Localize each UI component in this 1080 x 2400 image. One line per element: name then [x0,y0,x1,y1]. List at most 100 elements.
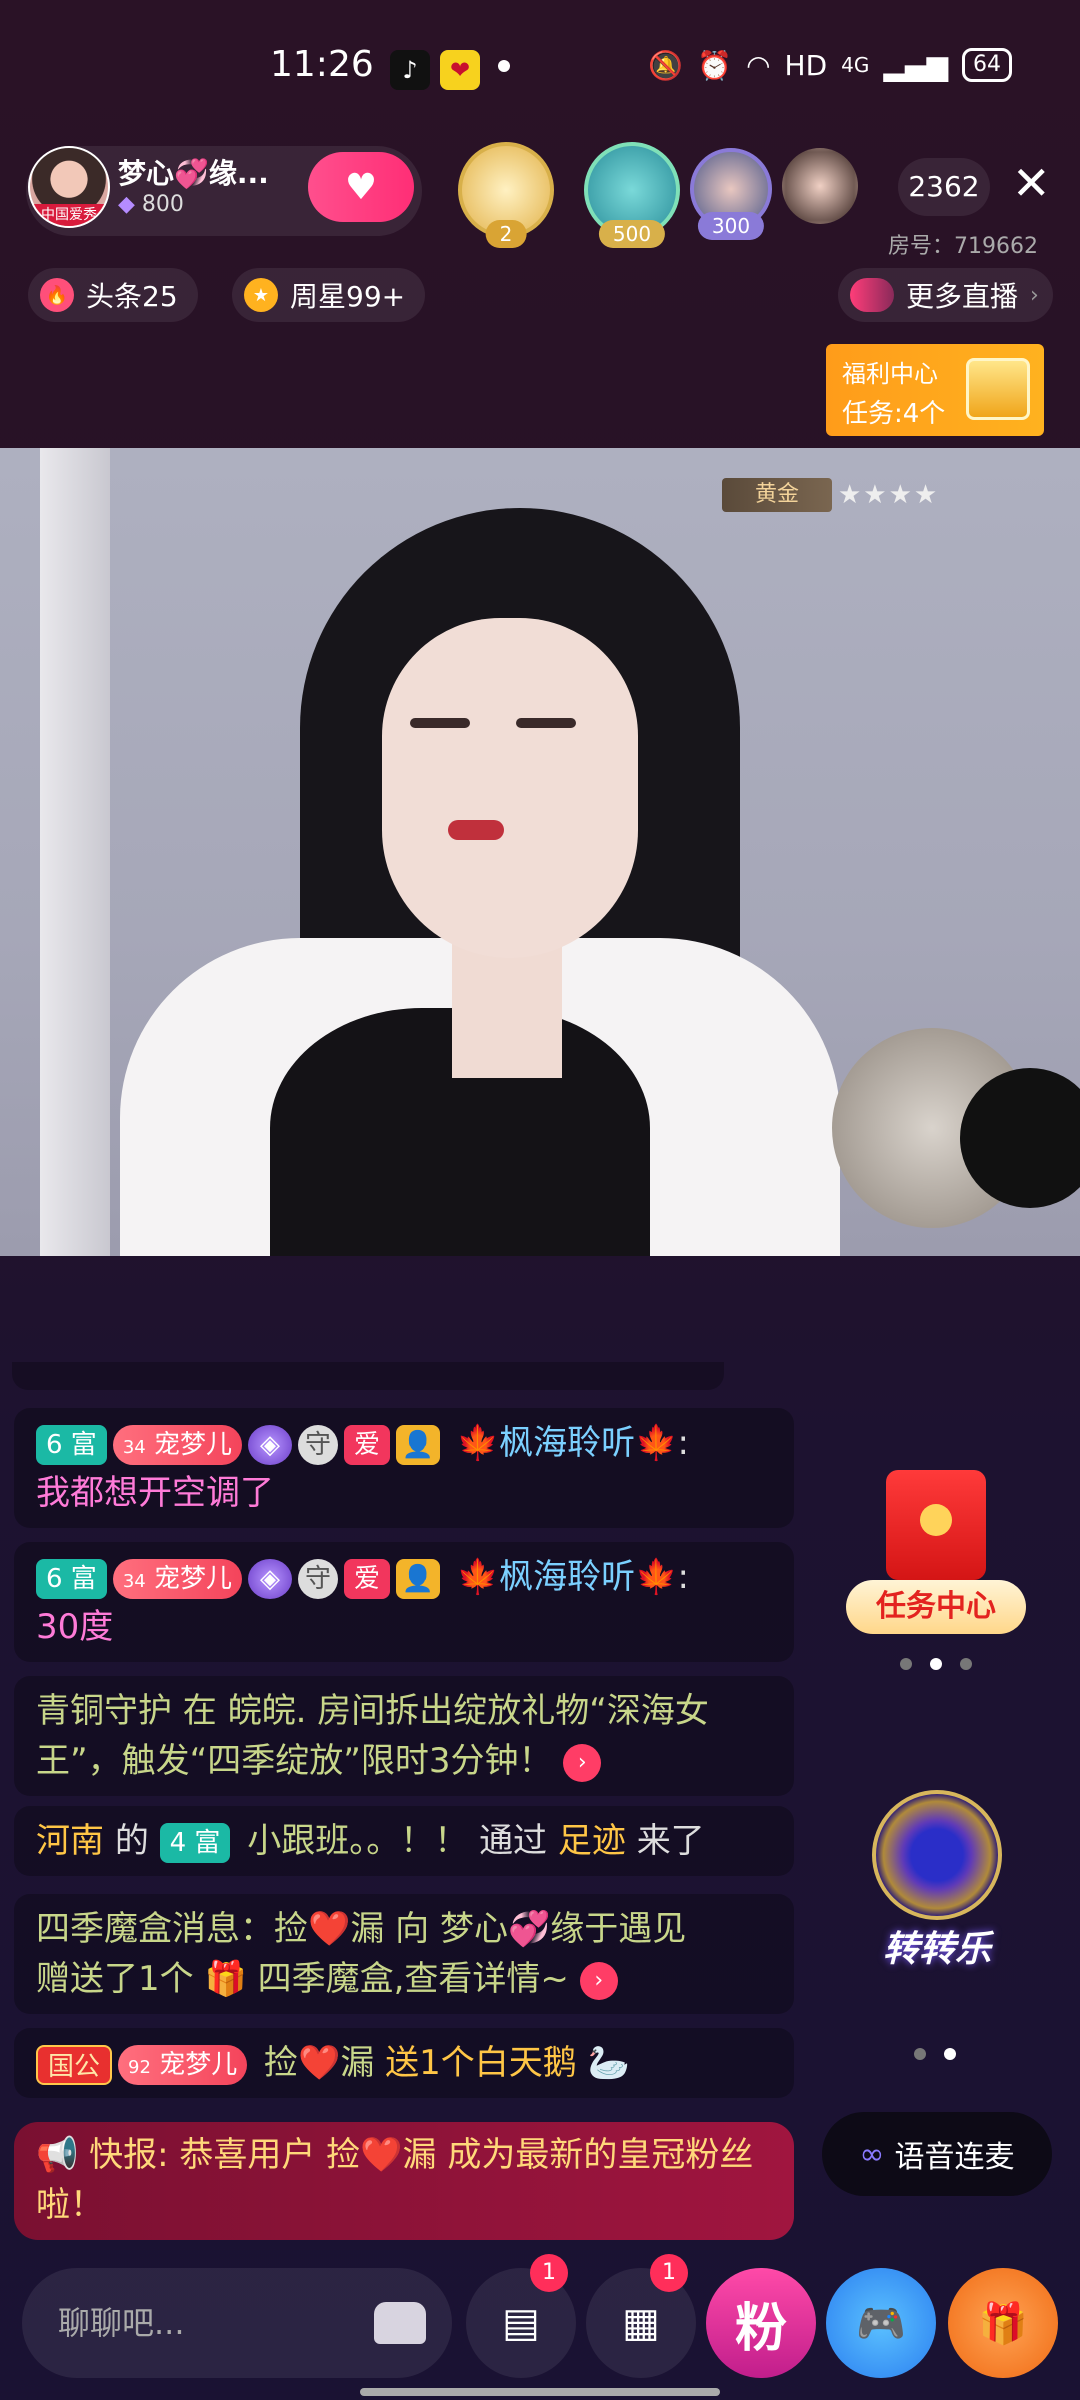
rank-stars: ★★★★ [838,480,940,510]
anchor-avatar[interactable]: 中国爱秀 [28,146,110,228]
signal-label: 4G [841,53,870,77]
wifi-icon: ◠ [746,48,771,82]
chat-enter-message[interactable]: 河南 的 4 富 小跟班。。！！ 通过 足迹 来了 [14,1806,794,1876]
headline-label: 头条25 [86,280,178,313]
pager-dot-active [944,2048,956,2060]
chevron-right-icon: › [1030,282,1039,308]
leaf-icon: 🍁 [456,1423,500,1463]
viewer-badge-3: 300 [697,212,765,240]
close-icon[interactable]: ✕ [1012,156,1051,210]
chat-gift: 送1个白天鹅 [385,2043,577,2083]
love-tag: 爱 [344,1424,391,1465]
detail-arrow-icon[interactable]: › [579,1961,618,2000]
signal-icon: ▂▄▆ [883,48,948,82]
fan-button[interactable]: 粉 [706,2268,816,2378]
pager-dot [960,1658,972,1670]
spin-pager-dots [914,2048,956,2060]
chat-input-bar[interactable] [22,2268,452,2378]
viewer-avatar-4[interactable] [782,148,858,224]
pet-tag: 34 宠梦儿 [112,1558,242,1599]
pet-tag: 34 宠梦儿 [112,1424,242,1465]
voice-link-label: 语音连麦 [894,2140,1015,2175]
chat-username[interactable]: 枫海聆听 [499,1423,635,1463]
chat-username[interactable]: 小跟班。。！！ [247,1821,468,1861]
sofa-icon[interactable] [374,2302,426,2344]
more-live-label: 更多直播 [906,280,1019,313]
chat-of: 的 [114,1821,149,1861]
user-badge-icon: 👤 [396,1558,441,1599]
chat-username[interactable]: 捡❤️漏 [264,2043,374,2083]
chat-text: 我都想开空调了 [36,1473,274,1513]
viewer-avatar-2[interactable]: 500 [584,142,680,248]
viewer-badge-2: 500 [598,220,666,248]
heart-plus-icon: ♥ [344,166,378,208]
pet-level: 34 [122,1570,146,1592]
message-button[interactable]: ▤ 1 [466,2254,576,2378]
rich-level-tag: 6 富 [36,1424,107,1465]
chat-gift-message[interactable]: 国公 92 宠梦儿 捡❤️漏 送1个白天鹅 🦢 [14,2028,794,2098]
pager-dot [914,2048,926,2060]
live-icon [850,278,894,312]
magic-orb-icon [872,1790,1002,1920]
apps-button[interactable]: ▦ 1 [586,2254,696,2378]
rich-level-tag: 4 富 [159,1822,231,1863]
video-lips [448,820,504,840]
room-number: 房号：719662 [888,234,1038,259]
chat-input[interactable] [58,2296,358,2350]
welfare-center[interactable]: 福利中心 任务:4个 [826,344,1044,436]
chat-text: 四季魔盒消息：捡❤️漏 向 梦心💞缘于遇见 [36,1909,687,1949]
online-count[interactable]: 2362 [898,158,990,216]
gift-button[interactable]: 🎁 [948,2268,1058,2378]
rank-label: 黄金 [722,478,832,512]
video-chair [40,448,110,1256]
chat-arrive: 来了 [636,1821,705,1861]
video-eye-left [410,718,470,728]
chat-text: 30度 [36,1607,114,1647]
anchor-count-value: 800 [141,192,184,217]
link-icon: ∞ [859,2136,885,2172]
home-indicator[interactable] [360,2388,720,2396]
chat-system-message[interactable]: 青铜守护 在 皖皖. 房间拆出绽放礼物“深海女王”，触发“四季绽放”限时3分钟！… [14,1676,794,1796]
pet-tag: 92 宠梦儿 [118,2044,248,2085]
anchor-name: 梦心💞缘... [118,157,269,190]
task-center-widget[interactable]: 任务中心 [846,1470,1026,1640]
chat-colon: : [677,1557,689,1597]
flash-announcement[interactable]: 📢 快报: 恭喜用户 捡❤️漏 成为最新的皇冠粉丝啦！ [14,2122,794,2240]
red-packet-icon [886,1470,986,1580]
chat-vehicle: 足迹 [557,1821,626,1861]
game-button[interactable]: 🎮 [826,2268,936,2378]
pet-name: 宠梦儿 [153,1563,232,1594]
follow-button[interactable]: ♥ [308,152,414,222]
video-eye-right [516,718,576,728]
guard-tag: 守 [298,1558,338,1599]
weekly-star-label: 周星99+ [290,280,406,313]
leaf-icon: 🍁 [635,1557,678,1597]
game-icon: 🎮 [856,2300,906,2347]
chat-gift-message[interactable]: 四季魔盒消息：捡❤️漏 向 梦心💞缘于遇见 赠送了1个 🎁 四季魔盒,查看详情~… [14,1894,794,2014]
grid-icon: ▦ [622,2300,660,2346]
chat-message[interactable]: 6 富 34 宠梦儿 ◈ 守爱 👤 🍁枫海聆听🍁: 我都想开空调了 [14,1408,794,1528]
viewer-avatar-1[interactable]: 2 [458,142,554,248]
pet-name: 宠梦儿 [153,1429,232,1460]
chat-username[interactable]: 枫海聆听 [499,1557,635,1597]
chat-message[interactable]: 6 富 34 宠梦儿 ◈ 守爱 👤 🍁枫海聆听🍁: 30度 [14,1542,794,1662]
chat-text: 赠送了1个 [36,1959,194,1999]
task-pager-dots [900,1658,972,1670]
voice-link-button[interactable]: ∞ 语音连麦 [822,2112,1052,2196]
chat-place: 河南 [36,1821,104,1861]
rich-level-tag: 6 富 [36,1558,107,1599]
viewer-avatar-3[interactable]: 300 [690,148,772,240]
apps-badge: 1 [650,2254,688,2292]
gem-icon: ◆ [118,192,135,217]
battery-indicator: 64 [962,48,1012,82]
anchor-count: ◆ 800 [118,192,184,217]
headline-pill[interactable]: 🔥 头条25 [28,268,198,322]
more-live-pill[interactable]: 更多直播 › [838,268,1053,322]
leaf-icon: 🍁 [635,1423,678,1463]
task-center-label: 任务中心 [846,1580,1026,1634]
detail-arrow-icon[interactable]: › [563,1743,602,1782]
spin-wheel-widget[interactable]: 转转乐 [852,1790,1022,1980]
live-video[interactable]: 黄金 ★★★★ [0,448,1080,1256]
weekly-star-pill[interactable]: ★ 周星99+ [232,268,426,322]
pet-level: 92 [128,2056,151,2078]
